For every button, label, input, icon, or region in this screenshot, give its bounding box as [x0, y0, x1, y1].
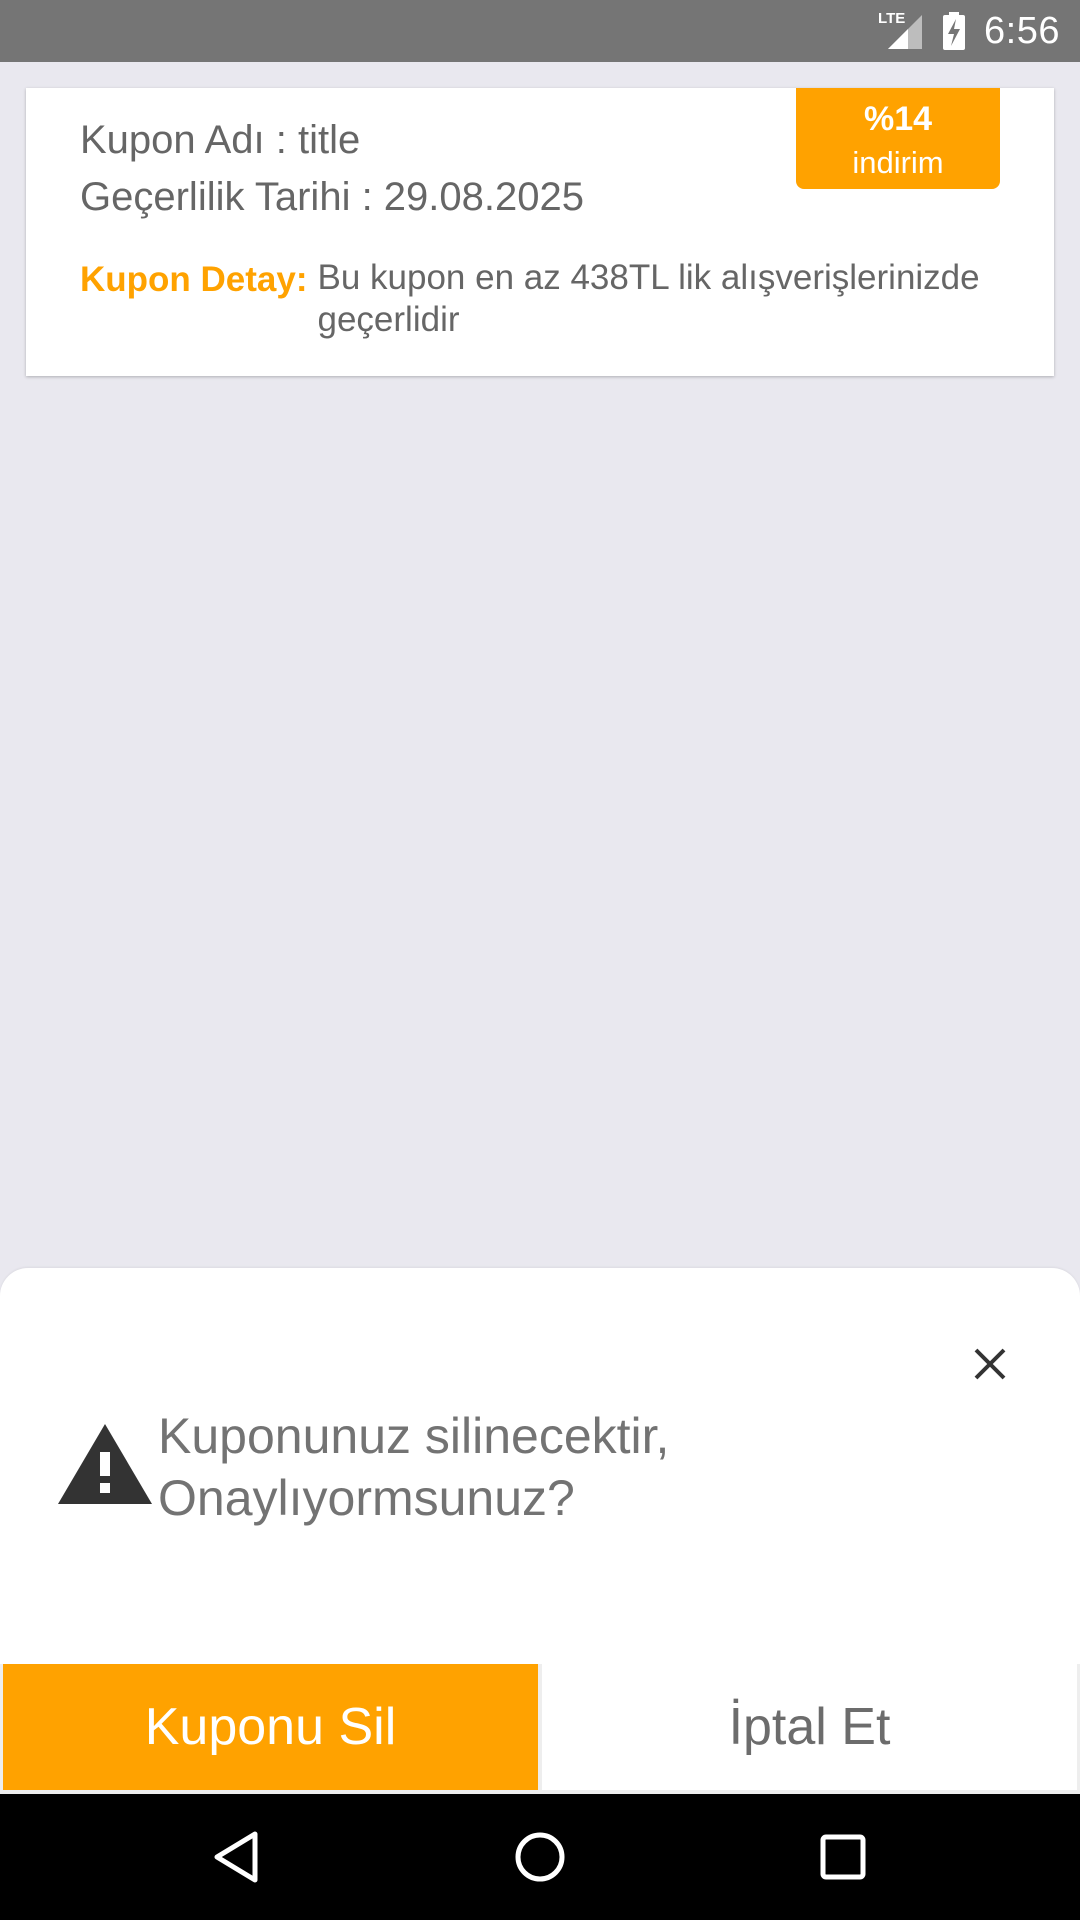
discount-badge: %14 indirim	[796, 88, 1000, 189]
battery-charging-icon	[943, 12, 966, 50]
screen: LTE 6:56 Kupon Adı : title Geçerlilik Ta…	[0, 0, 1080, 1920]
recent-apps-icon	[820, 1834, 866, 1880]
dialog-actions: Kuponu Sil İptal Et	[0, 1664, 1080, 1794]
status-icons: LTE 6:56	[878, 0, 1060, 62]
confirm-message-line2: Onaylıyormsunuz?	[158, 1470, 575, 1526]
home-button[interactable]	[507, 1824, 573, 1890]
cancel-button[interactable]: İptal Et	[542, 1664, 1077, 1790]
navigation-bar	[0, 1794, 1080, 1920]
coupon-detail: Kupon Detay: Bu kupon en az 438TL lik al…	[80, 258, 1040, 341]
discount-value: %14	[863, 100, 933, 138]
coupon-validity-date: Geçerlilik Tarihi : 29.08.2025	[80, 175, 584, 219]
home-icon	[515, 1832, 565, 1882]
close-icon	[974, 1348, 1006, 1380]
lte-signal-icon: LTE	[878, 11, 924, 51]
confirm-message-line1: Kuponunuz silinecektir,	[158, 1408, 670, 1464]
coupon-card[interactable]: Kupon Adı : title Geçerlilik Tarihi : 29…	[26, 88, 1054, 376]
recent-apps-button[interactable]	[810, 1824, 876, 1890]
back-button[interactable]	[203, 1824, 269, 1890]
close-button[interactable]	[960, 1334, 1020, 1394]
status-bar: LTE 6:56	[0, 0, 1080, 62]
coupon-detail-label: Kupon Detay:	[80, 260, 308, 299]
coupon-detail-text: Bu kupon en az 438TL lik alışverişlerini…	[317, 258, 980, 339]
delete-coupon-button[interactable]: Kuponu Sil	[3, 1664, 538, 1790]
confirm-message: Kuponunuz silinecektir, Onaylıyormsunuz?	[158, 1405, 978, 1529]
discount-label: indirim	[852, 145, 944, 180]
warning-icon	[58, 1424, 152, 1504]
coupon-name: Kupon Adı : title	[80, 118, 361, 162]
status-clock: 6:56	[984, 9, 1060, 52]
back-icon	[214, 1831, 258, 1883]
delete-confirm-sheet: Kuponunuz silinecektir, Onaylıyormsunuz?…	[0, 1268, 1080, 1794]
